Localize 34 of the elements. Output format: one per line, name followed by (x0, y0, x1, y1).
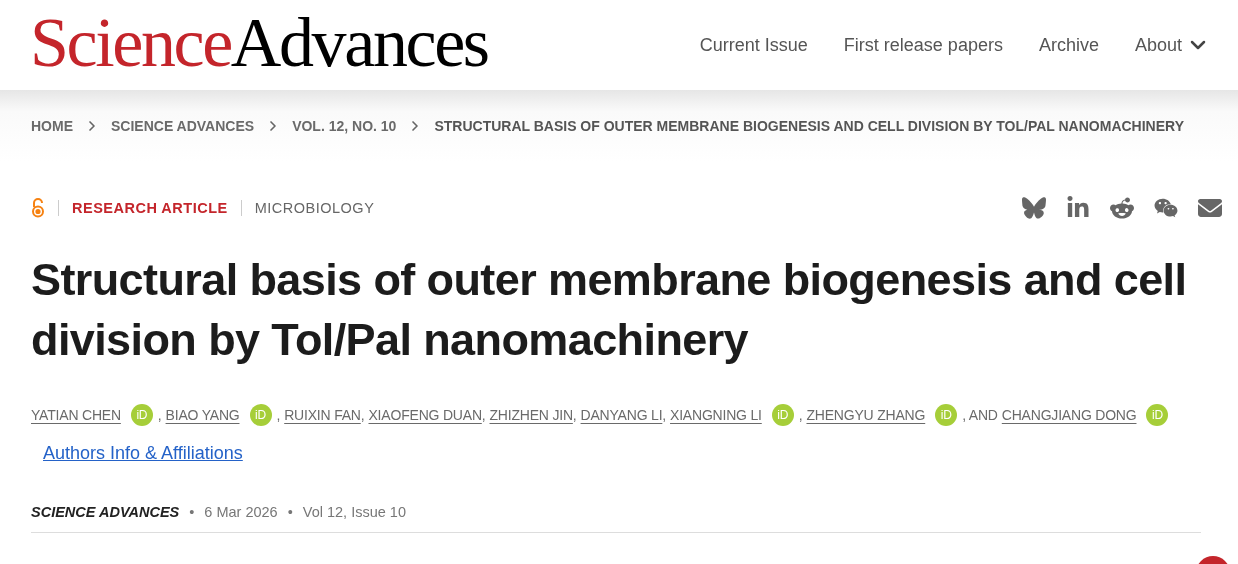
author-separator: , (157, 407, 162, 423)
nav-link[interactable]: About (1134, 33, 1210, 57)
author-separator: , (662, 407, 667, 423)
author-link[interactable]: ZHENGYU ZHANG (806, 407, 926, 423)
author-separator: , (481, 407, 486, 423)
author-link[interactable]: ZHIZHEN JIN (489, 407, 573, 423)
nav-link[interactable]: First release papers (843, 34, 1003, 56)
author-separator: , (276, 407, 281, 423)
issue-info[interactable]: Vol 12, Issue 10 (302, 504, 406, 520)
publish-date: 6 Mar 2026 (204, 504, 278, 520)
author-link[interactable]: XIANGNING LI (670, 407, 762, 423)
logo[interactable]: ScienceAdvances (30, 8, 488, 78)
nav-link[interactable]: Archive (1038, 34, 1099, 56)
article-subject[interactable]: MICROBIOLOGY (254, 200, 375, 216)
author-separator: , (798, 407, 803, 423)
article-type[interactable]: RESEARCH ARTICLE (72, 200, 228, 216)
dot-separator: • (287, 504, 293, 520)
article-title: Structural basis of outer membrane biogenesis and cell division by Tol/Pal nanomachinery (31, 253, 1188, 367)
author-separator: , (360, 407, 365, 423)
journal-name: SCIENCE ADVANCES (31, 504, 180, 520)
breadcrumb-link[interactable]: SCIENCE ADVANCES (111, 118, 255, 134)
author-separator: , AND (962, 407, 998, 423)
author-link[interactable]: XIAOFENG DUAN (368, 407, 482, 423)
author-link[interactable]: RUIXIN FAN (284, 407, 361, 423)
dot-separator: • (189, 504, 195, 520)
breadcrumb-link[interactable]: STRUCTURAL BASIS OF OUTER MEMBRANE BIOGENESIS AND CELL DIVISION BY TOL/PAL NANOMACHINERY (434, 118, 1184, 134)
breadcrumb-link[interactable]: VOL. 12, NO. 10 (292, 118, 397, 134)
author-link[interactable]: YATIAN CHEN (31, 407, 121, 423)
author-link[interactable]: CHANGJIANG DONG (1001, 407, 1137, 423)
author-link[interactable]: BIAO YANG (165, 407, 240, 423)
author-separator: , (572, 407, 577, 423)
affiliations-link[interactable]: Authors Info & Affiliations (43, 443, 243, 464)
nav-link[interactable]: Current Issue (699, 34, 808, 56)
breadcrumb-link[interactable]: HOME (31, 118, 73, 134)
